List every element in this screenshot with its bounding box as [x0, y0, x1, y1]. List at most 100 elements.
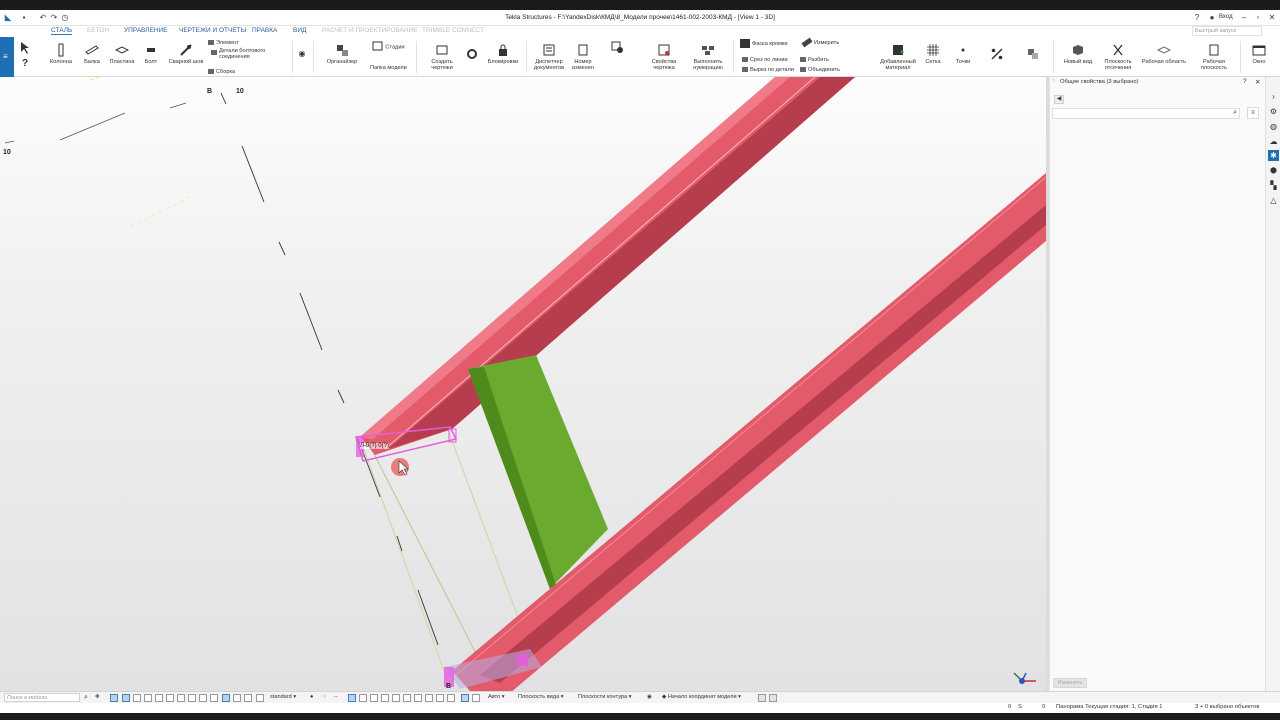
clip-planes-button[interactable]: Плоскость отсечения	[1098, 43, 1138, 71]
select-point-toggle[interactable]	[177, 694, 185, 702]
beam-button[interactable]: Балка	[79, 43, 105, 65]
cube-icon[interactable]: ⬢	[1268, 165, 1279, 176]
snap-intersect-toggle[interactable]	[381, 694, 389, 702]
snap-mid-toggle[interactable]	[370, 694, 378, 702]
panel-back-button[interactable]: ◀	[1054, 95, 1064, 104]
tab-steel[interactable]: СТАЛЬ	[51, 27, 73, 35]
combine-button[interactable]: Объединить	[800, 66, 840, 74]
search-icon[interactable]: ⌕	[84, 694, 88, 702]
select-assembly-toggle[interactable]	[133, 694, 141, 702]
modify-button[interactable]: Изменить	[1053, 678, 1087, 688]
work-area-button[interactable]: Рабочая область	[1140, 43, 1188, 65]
triangle-icon[interactable]: △	[1268, 195, 1279, 206]
percent-button[interactable]	[986, 47, 1008, 63]
snap-ref-toggle[interactable]	[447, 694, 455, 702]
points-button[interactable]: Точки	[951, 43, 975, 65]
minimize-icon[interactable]: –	[1239, 13, 1249, 23]
part-cut-button[interactable]: Вырез по детали	[742, 66, 794, 74]
split-button[interactable]: Разбить	[800, 56, 829, 64]
drawing-tools-button[interactable]	[462, 47, 482, 63]
panel-filter-button[interactable]: ≡	[1247, 107, 1259, 119]
select-filter-dropdown[interactable]: standard ▾	[270, 694, 296, 700]
select-tool[interactable]	[17, 41, 33, 57]
components-icon[interactable]: ▚	[1268, 180, 1279, 191]
snap-edge-toggle[interactable]	[414, 694, 422, 702]
work-plane-button[interactable]: Рабочая плоскость	[1194, 43, 1234, 71]
add-material-button[interactable]: Добавленный материал	[880, 43, 916, 71]
model-view-3d[interactable]: B 10 10 B Л-0(?) 0(?)	[0, 77, 1046, 691]
origin-dropdown[interactable]: ◆ Начало координат модели ▾	[662, 694, 741, 700]
quick-launch-input[interactable]: Быстрый запуск	[1192, 26, 1262, 36]
cloud-icon[interactable]: ☁	[1268, 136, 1279, 147]
quick-access-strip[interactable]: ≡	[0, 37, 14, 77]
column-button[interactable]: Колонна	[47, 43, 75, 65]
select-parts-toggle[interactable]	[122, 694, 130, 702]
disabled-toggle-a[interactable]	[758, 694, 766, 702]
select-seam-toggle[interactable]	[244, 694, 252, 702]
maximize-icon[interactable]: ▫	[1253, 13, 1263, 23]
line-cut-button[interactable]: Срез по линии	[742, 56, 788, 64]
assembly-button[interactable]: Сборка	[208, 68, 235, 76]
snap-free-toggle[interactable]	[472, 694, 480, 702]
auto-dropdown[interactable]: Авто ▾	[488, 694, 505, 700]
grid-button[interactable]: Сетка	[921, 43, 945, 65]
stages-button[interactable]: Стадии	[366, 39, 410, 55]
new-view-button[interactable]: Новый вид	[1060, 43, 1096, 65]
chamfer-button[interactable]: Фаска кромки	[740, 39, 787, 48]
document-manager-button[interactable]: Диспетчер документов	[530, 43, 568, 71]
close-icon[interactable]: ✕	[1267, 13, 1277, 23]
select-bolt-toggle[interactable]	[144, 694, 152, 702]
change-number-button[interactable]: Номер изменен	[568, 43, 598, 71]
expand-icon[interactable]: ›	[1268, 91, 1279, 102]
snap-icon[interactable]: ⁘	[322, 694, 327, 700]
tab-management[interactable]: УПРАВЛЕНИЕ	[124, 27, 168, 34]
tab-analysis[interactable]: РАСЧЕТ И ПРОЕКТИРОВАНИЕ	[322, 27, 418, 34]
window-button[interactable]: Окно	[1244, 43, 1274, 65]
panel-close-icon[interactable]: ✕	[1255, 78, 1260, 86]
contour-plane-dropdown[interactable]: Плоскости контура ▾	[578, 694, 632, 700]
properties-icon[interactable]: ✱	[1268, 150, 1279, 161]
view-plane-dropdown[interactable]: Плоскость вида ▾	[518, 694, 564, 700]
model-folder-button[interactable]: Папка модели	[370, 64, 407, 72]
panel-help-icon[interactable]: ?	[1243, 78, 1247, 85]
tab-drawings[interactable]: ЧЕРТЕЖИ И ОТЧЕТЫ	[179, 27, 246, 34]
help-icon[interactable]: ?	[1192, 13, 1202, 23]
snap-line-toggle[interactable]	[403, 694, 411, 702]
settings-icon[interactable]: ✥	[95, 694, 100, 700]
snap-perp-toggle[interactable]	[392, 694, 400, 702]
connections-icon[interactable]: ⚙	[1268, 106, 1279, 117]
drawing-extra-button[interactable]	[606, 40, 628, 56]
user-icon[interactable]: ●	[1207, 13, 1217, 23]
select-component-toggle[interactable]	[222, 694, 230, 702]
snap-point-icon[interactable]: ●	[310, 694, 313, 700]
select-cut-toggle[interactable]	[199, 694, 207, 702]
drawing-properties-button[interactable]: Свойства чертежа	[644, 43, 684, 71]
model-search-input[interactable]: Поиск в модели	[4, 693, 80, 702]
plate-button[interactable]: Пластина	[107, 43, 137, 65]
select-all-toggle[interactable]	[256, 694, 264, 702]
tab-concrete[interactable]: БЕТОН	[87, 27, 109, 34]
tab-edit[interactable]: ПРАВКА	[252, 27, 277, 34]
measure-button[interactable]: Измерить	[801, 37, 839, 48]
help-tool[interactable]: ?	[17, 59, 33, 69]
snap-any-toggle[interactable]	[436, 694, 444, 702]
eye-toggle[interactable]: ◉	[296, 50, 308, 58]
weld-button[interactable]: Сварной шов	[166, 43, 206, 65]
shapes-button[interactable]	[1022, 47, 1044, 63]
select-detail-toggle[interactable]	[233, 694, 241, 702]
tab-trimble[interactable]: TRIMBLE CONNECT	[422, 27, 484, 34]
element-button[interactable]: Элемент	[208, 39, 239, 47]
select-grid-toggle[interactable]	[166, 694, 174, 702]
globe-icon[interactable]: ◍	[1268, 121, 1279, 132]
lock-button[interactable]: Блокировки	[486, 43, 520, 65]
organizer-button[interactable]: Органайзер	[322, 43, 362, 65]
snap-center-toggle[interactable]	[359, 694, 367, 702]
select-view-toggle[interactable]	[210, 694, 218, 702]
select-weld-toggle[interactable]	[155, 694, 163, 702]
tab-view[interactable]: ВИД	[293, 27, 306, 34]
snap-link-icon[interactable]: ⇔	[333, 694, 339, 700]
select-plane-toggle[interactable]	[188, 694, 196, 702]
numbering-button[interactable]: Выполнить нумерацию	[688, 43, 728, 71]
select-mode-toggle[interactable]	[110, 694, 118, 702]
snap-end-toggle[interactable]	[348, 694, 356, 702]
